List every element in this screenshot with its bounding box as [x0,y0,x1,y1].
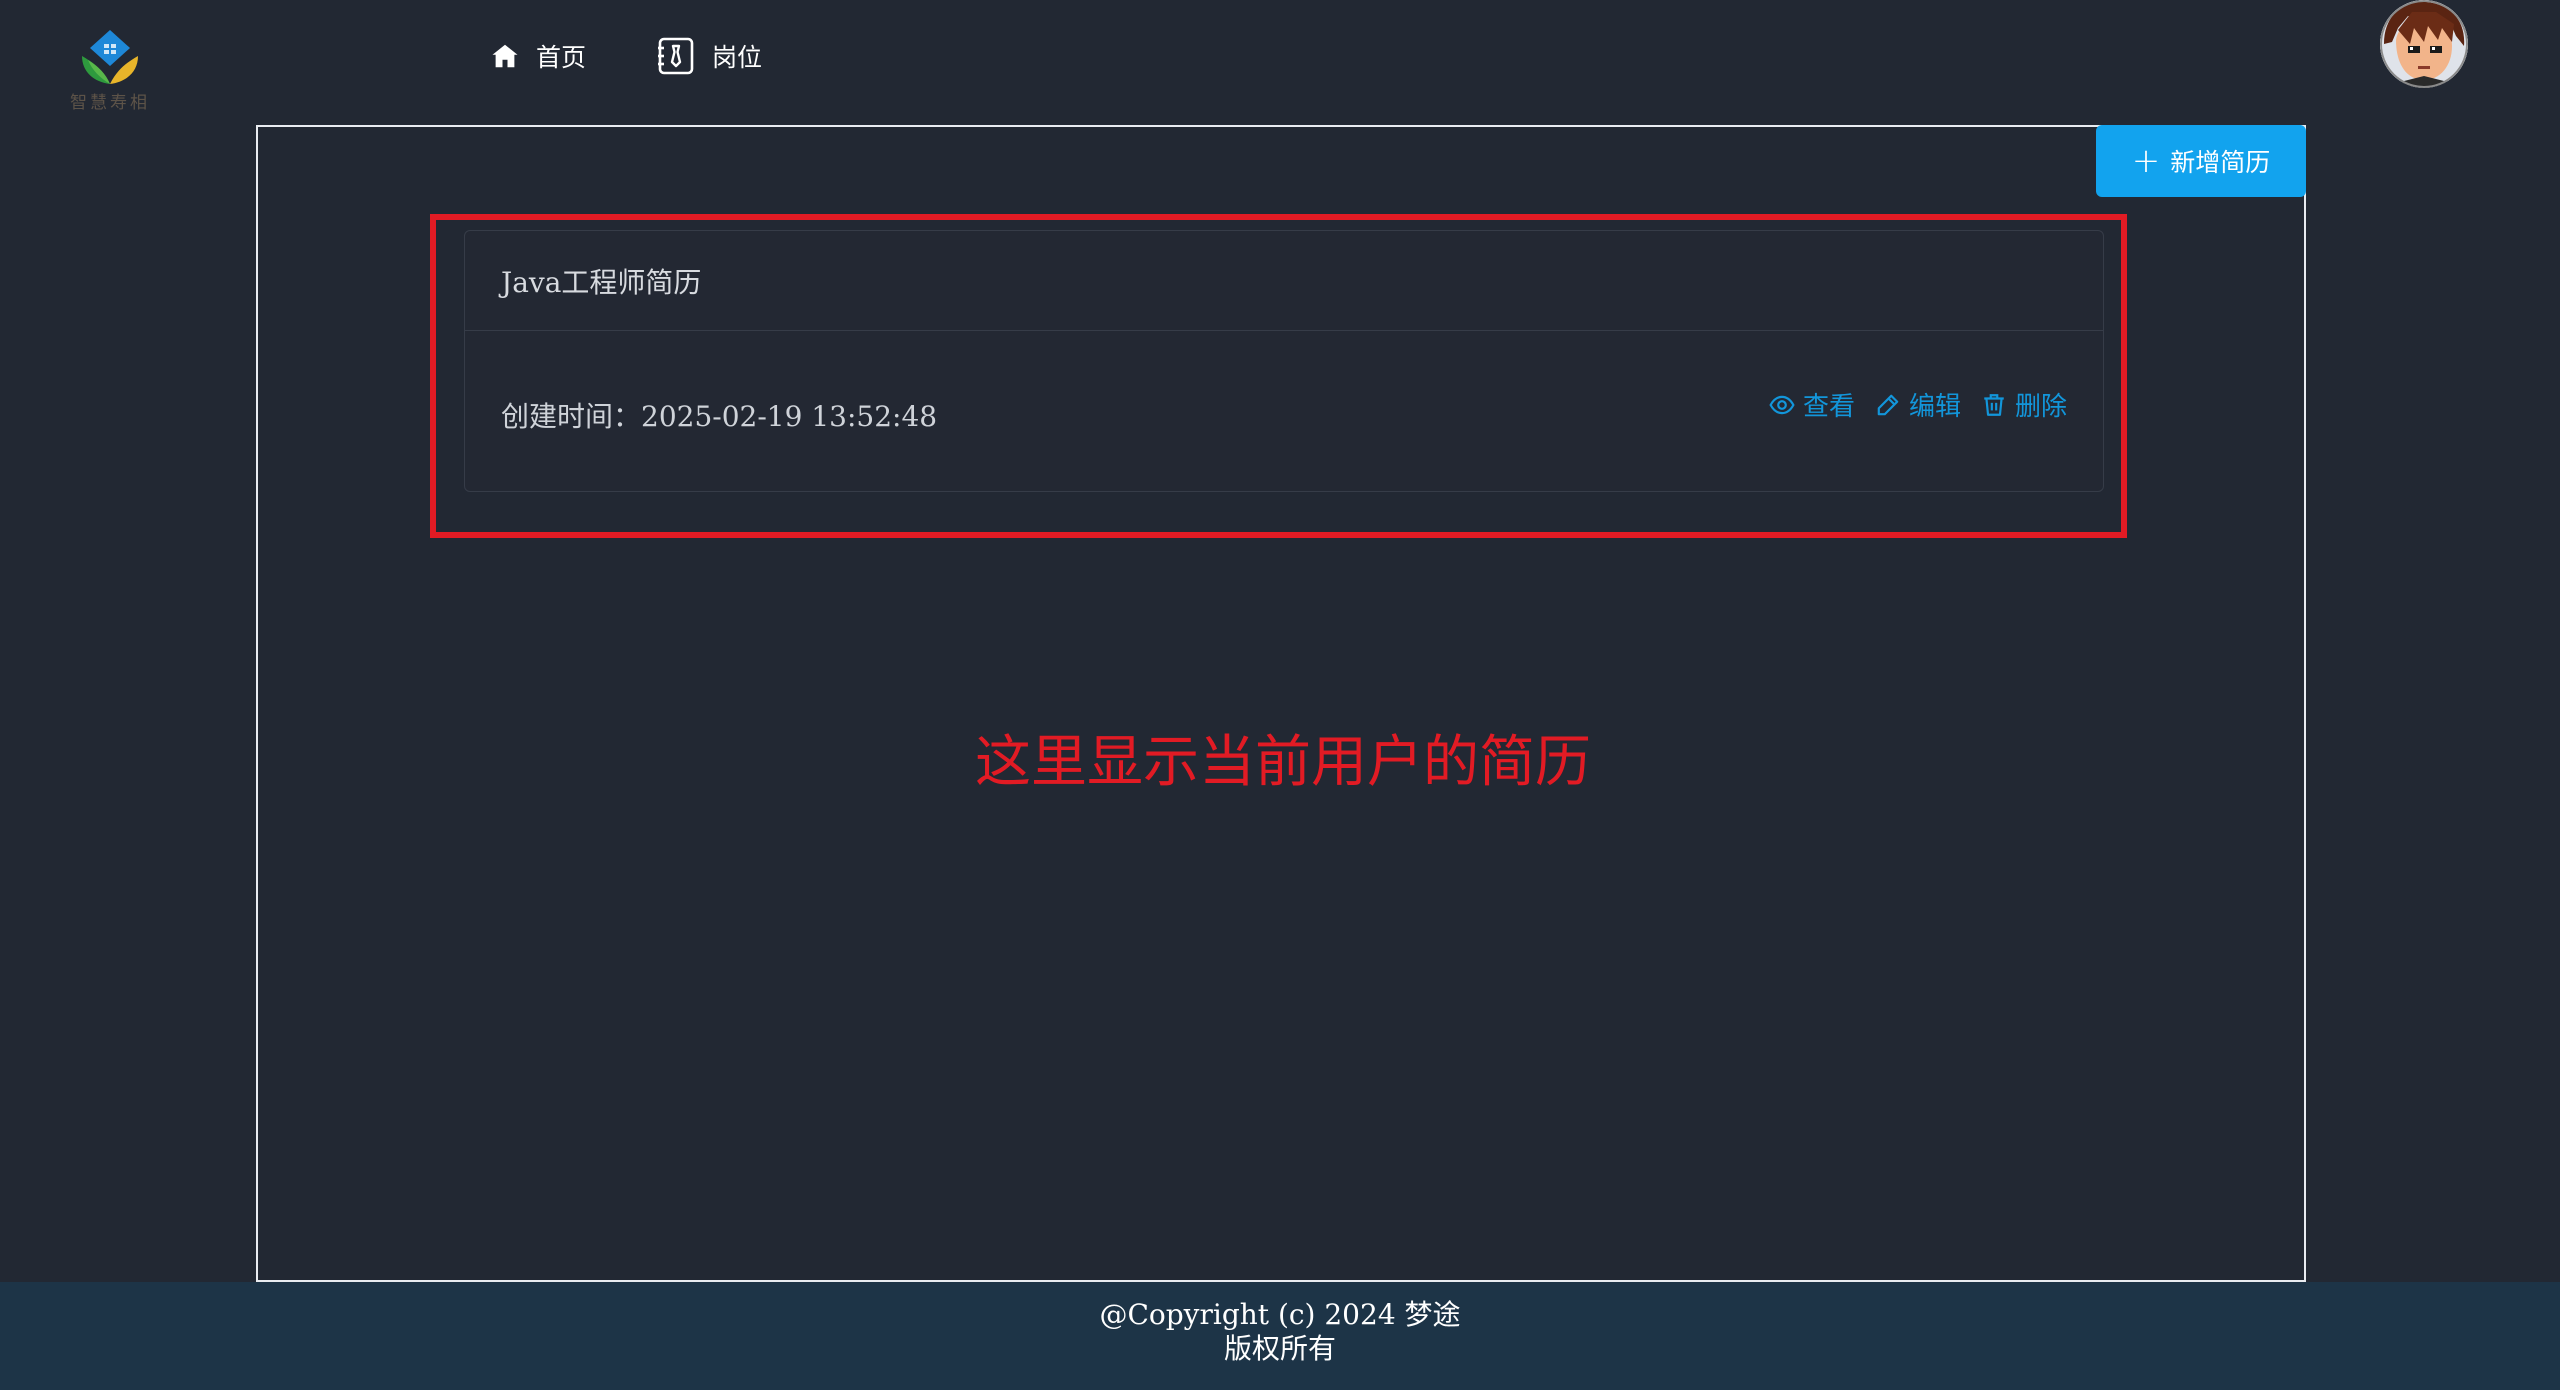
rights-text: 版权所有 [1223,1332,1336,1365]
annotation-text: 这里显示当前用户的简历 [975,730,1591,795]
home-icon [492,44,518,68]
nav-item-label: 首页 [536,43,587,72]
page-footer: @Copyright (c) 2024 梦途 版权所有 [0,1282,2560,1390]
plus-icon: + [2131,141,2161,181]
logo-caption: 智慧寿相 [70,93,150,113]
logo-icon [82,30,138,84]
add-resume-label: 新增简历 [2170,148,2271,177]
nav-item-home[interactable]: 首页 [490,32,586,80]
avatar-icon [2380,0,2468,88]
main-content: + 新增简历 Java工程师简历 创建时间：2025-02-19 13:52:4… [256,125,2306,1282]
add-resume-button[interactable]: + 新增简历 [2096,125,2306,197]
copyright-text: @Copyright (c) 2024 梦途 [1099,1298,1461,1331]
briefcase-icon [658,37,694,75]
logo[interactable]: 智慧寿相 [68,26,152,116]
user-avatar[interactable] [2380,0,2468,88]
main-nav: 首页 岗位 [490,32,832,80]
nav-item-jobs[interactable]: 岗位 [656,32,762,80]
nav-item-label: 岗位 [712,43,763,72]
annotation-highlight-box [430,214,2127,538]
top-header: 智慧寿相 首页 岗位 [0,0,2560,118]
